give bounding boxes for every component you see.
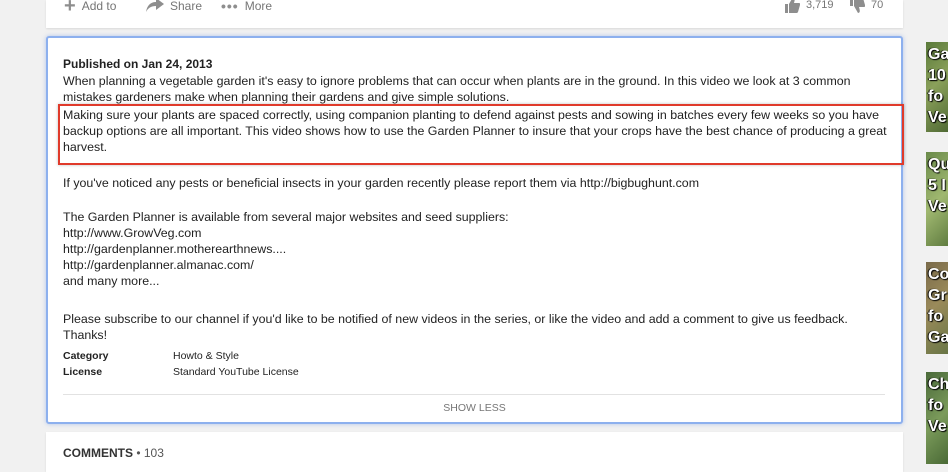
thumbnail-title: Co Gr fo Ga <box>928 266 948 346</box>
meta-value[interactable]: Howto & Style <box>173 350 239 362</box>
more-dots-icon: ••• <box>221 0 239 14</box>
description-paragraph-5: Please subscribe to our channel if you'd… <box>63 312 848 342</box>
meta-row-license: License Standard YouTube License <box>63 366 299 378</box>
comments-header: COMMENTS • 103 <box>63 446 164 460</box>
publish-date: Published on Jan 24, 2013 <box>63 57 213 71</box>
video-actions-bar: + Add to Share ••• More 3,719 70 <box>46 0 903 28</box>
description-paragraph-2: Making sure your plants are spaced corre… <box>63 108 887 154</box>
related-video-thumbnail[interactable]: Ga 10 fo Ve <box>926 42 948 132</box>
more-label: More <box>244 0 273 13</box>
related-video-thumbnail[interactable]: Ch fo Ve <box>926 372 948 464</box>
comments-label: COMMENTS <box>63 446 133 460</box>
description-paragraph-3: If you've noticed any pests or beneficia… <box>63 176 700 190</box>
add-to-label: Add to <box>81 0 117 13</box>
share-label: Share <box>170 0 203 13</box>
dislike-count: 70 <box>871 0 884 11</box>
share-icon <box>146 0 164 15</box>
video-description-card: Published on Jan 24, 2013 When planning … <box>46 36 904 424</box>
thumbs-up-icon <box>785 0 800 13</box>
like-count: 3,719 <box>806 0 834 11</box>
more-button[interactable]: ••• More <box>221 0 272 15</box>
thumbnail-title: Ga 10 fo Ve <box>928 46 948 126</box>
description-paragraph-1-cont: mistakes gardeners make when planning th… <box>63 90 510 104</box>
thumbnail-title: Qu 5 I Ve <box>928 156 948 215</box>
meta-row-category: Category Howto & Style <box>63 350 239 362</box>
description-paragraph-4: The Garden Planner is available from sev… <box>63 210 509 288</box>
show-less-button[interactable]: SHOW LESS <box>48 402 901 414</box>
meta-value: Standard YouTube License <box>173 366 299 378</box>
meta-key: License <box>63 366 103 378</box>
thumbnail-title: Ch fo Ve <box>928 376 948 435</box>
share-button[interactable]: Share <box>146 0 202 15</box>
plus-icon: + <box>64 0 76 17</box>
comments-count: • 103 <box>136 446 164 460</box>
comments-section: COMMENTS • 103 <box>46 432 903 472</box>
divider <box>63 394 885 395</box>
dislike-button[interactable]: 70 <box>849 0 883 13</box>
meta-key: Category <box>63 350 109 362</box>
related-video-thumbnail[interactable]: Qu 5 I Ve <box>926 152 948 246</box>
like-button[interactable]: 3,719 <box>784 0 834 13</box>
thumbs-down-icon <box>850 0 865 13</box>
related-video-thumbnail[interactable]: Co Gr fo Ga <box>926 262 948 354</box>
add-to-button[interactable]: + Add to <box>64 0 117 17</box>
